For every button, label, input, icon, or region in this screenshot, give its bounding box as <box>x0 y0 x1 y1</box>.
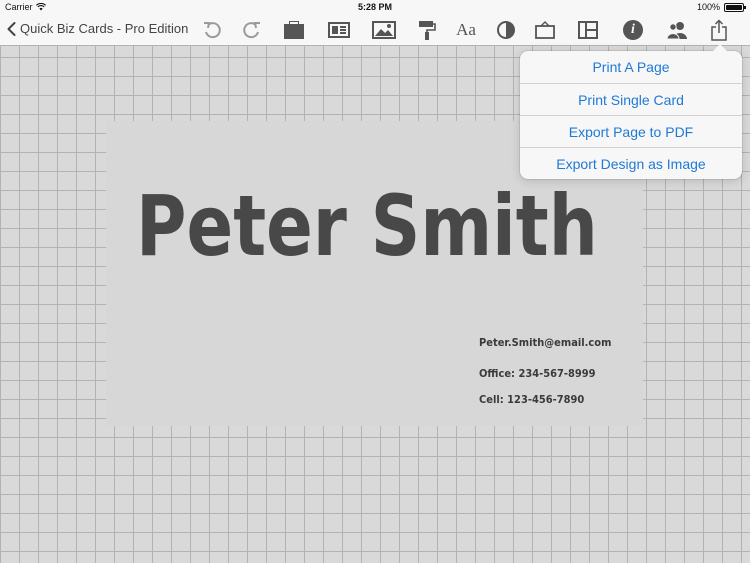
toolbar: Quick Biz Cards - Pro Edition Aa i <box>0 14 750 46</box>
undo-button[interactable] <box>199 18 225 42</box>
share-icon <box>711 19 727 41</box>
panels-icon <box>578 21 598 39</box>
card-template-button[interactable] <box>281 18 307 42</box>
font-button[interactable]: Aa <box>453 18 479 42</box>
contacts-icon <box>666 22 687 40</box>
redo-button[interactable] <box>239 18 265 42</box>
share-menu-popover: Print A Page Print Single Card Export Pa… <box>520 44 742 179</box>
card-layout-icon <box>328 22 350 38</box>
card-name-text[interactable]: Peter Smith <box>136 177 598 275</box>
font-icon: Aa <box>456 20 476 39</box>
contrast-button[interactable] <box>493 18 519 42</box>
card-email-text[interactable]: Peter.Smith@email.com <box>479 336 611 349</box>
card-cell-phone-text[interactable]: Cell: 123-456-7890 <box>479 393 584 406</box>
info-icon: i <box>623 20 643 40</box>
card-template-icon <box>284 21 304 39</box>
print-page-menu-item[interactable]: Print A Page <box>520 51 742 83</box>
paint-roller-icon <box>419 21 436 40</box>
share-button[interactable] <box>706 18 732 42</box>
panels-button[interactable] <box>575 18 601 42</box>
status-bar: Carrier 5:28 PM 100% <box>0 0 750 14</box>
export-image-menu-item[interactable]: Export Design as Image <box>520 147 742 179</box>
battery-icon <box>724 2 746 12</box>
card-office-phone-text[interactable]: Office: 234-567-8999 <box>479 367 596 380</box>
clock: 5:28 PM <box>357 2 392 12</box>
image-icon <box>372 21 396 39</box>
battery-percent: 100% <box>696 2 720 12</box>
contrast-icon <box>497 21 515 39</box>
undo-icon <box>204 22 221 39</box>
shape-button[interactable] <box>532 18 558 42</box>
back-button-label: Quick Biz Cards - Pro Edition <box>20 21 189 36</box>
back-button[interactable]: Quick Biz Cards - Pro Edition <box>7 21 188 36</box>
shape-icon <box>535 21 555 39</box>
card-layout-button[interactable] <box>326 18 352 42</box>
print-single-card-menu-item[interactable]: Print Single Card <box>520 83 742 115</box>
contacts-button[interactable] <box>664 18 690 42</box>
image-button[interactable] <box>371 18 397 42</box>
info-button[interactable]: i <box>620 18 646 42</box>
paint-roller-button[interactable] <box>414 18 440 42</box>
redo-icon <box>243 22 260 39</box>
chevron-left-icon <box>7 21 16 36</box>
export-pdf-menu-item[interactable]: Export Page to PDF <box>520 115 742 147</box>
